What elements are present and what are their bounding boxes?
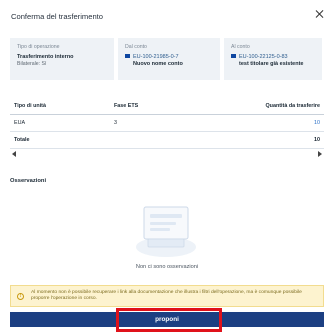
operation-type-box: Tipo di operazione Trasferimento interno… xyxy=(10,38,114,80)
quantity-cell[interactable]: 10 xyxy=(314,120,320,126)
to-account-name: test titolare già esistente xyxy=(239,61,304,67)
table-total-row: Totale 10 xyxy=(10,132,324,149)
column-header: Fase ETS xyxy=(114,103,139,109)
from-account-box: Dal conto EU-100-21985-0-7 Nuovo nome co… xyxy=(118,38,220,80)
transfer-info: Tipo di operazione Trasferimento interno… xyxy=(10,38,322,80)
operation-type-label: Tipo di operazione xyxy=(17,44,60,50)
phase-cell: 3 xyxy=(114,120,117,126)
warning-text: Al momento non è possibile recuperare i … xyxy=(31,290,302,302)
operation-type-value: Trasferimento interno xyxy=(17,54,74,60)
from-account-label: Dal conto xyxy=(125,44,147,50)
unit-type-cell: EUA xyxy=(14,120,26,126)
horizontal-scrollbar[interactable] xyxy=(10,149,324,159)
from-account-name: Nuovo nome conto xyxy=(133,61,183,67)
units-table: Tipo di unità Fase ETS Quantità da trasf… xyxy=(10,98,324,159)
scroll-left-icon[interactable] xyxy=(12,151,16,157)
close-icon[interactable] xyxy=(314,8,326,20)
total-label: Totale xyxy=(14,137,30,143)
highlight-box xyxy=(116,308,222,332)
transfer-confirm-dialog: Conferma del trasferimento Tipo di opera… xyxy=(0,0,334,336)
column-header: Quantità da trasferire xyxy=(265,103,320,109)
column-header: Tipo di unità xyxy=(14,103,46,109)
dialog-title: Conferma del trasferimento xyxy=(11,12,104,21)
eu-flag-icon xyxy=(125,53,130,58)
info-icon: ! xyxy=(17,293,24,300)
bilateral-value: Bilaterale: Sì xyxy=(17,61,47,67)
table-header: Tipo di unità Fase ETS Quantità da trasf… xyxy=(10,98,324,115)
to-account-box: Al conto EU-100-22125-0-83 test titolare… xyxy=(224,38,322,80)
scroll-right-icon[interactable] xyxy=(318,151,322,157)
from-account-number: EU-100-21985-0-7 xyxy=(133,54,179,60)
empty-observations-icon xyxy=(136,206,196,257)
to-account-number: EU-100-22125-0-83 xyxy=(239,54,288,60)
eu-flag-icon xyxy=(231,53,236,58)
total-quantity: 10 xyxy=(314,137,320,143)
table-row: EUA 3 10 xyxy=(10,115,324,132)
warning-banner: ! Al momento non è possibile recuperare … xyxy=(10,285,324,307)
to-account-label: Al conto xyxy=(231,44,250,50)
empty-observations-text: Non ci sono osservazioni xyxy=(135,264,199,270)
observations-title: Osservazioni xyxy=(10,178,47,184)
